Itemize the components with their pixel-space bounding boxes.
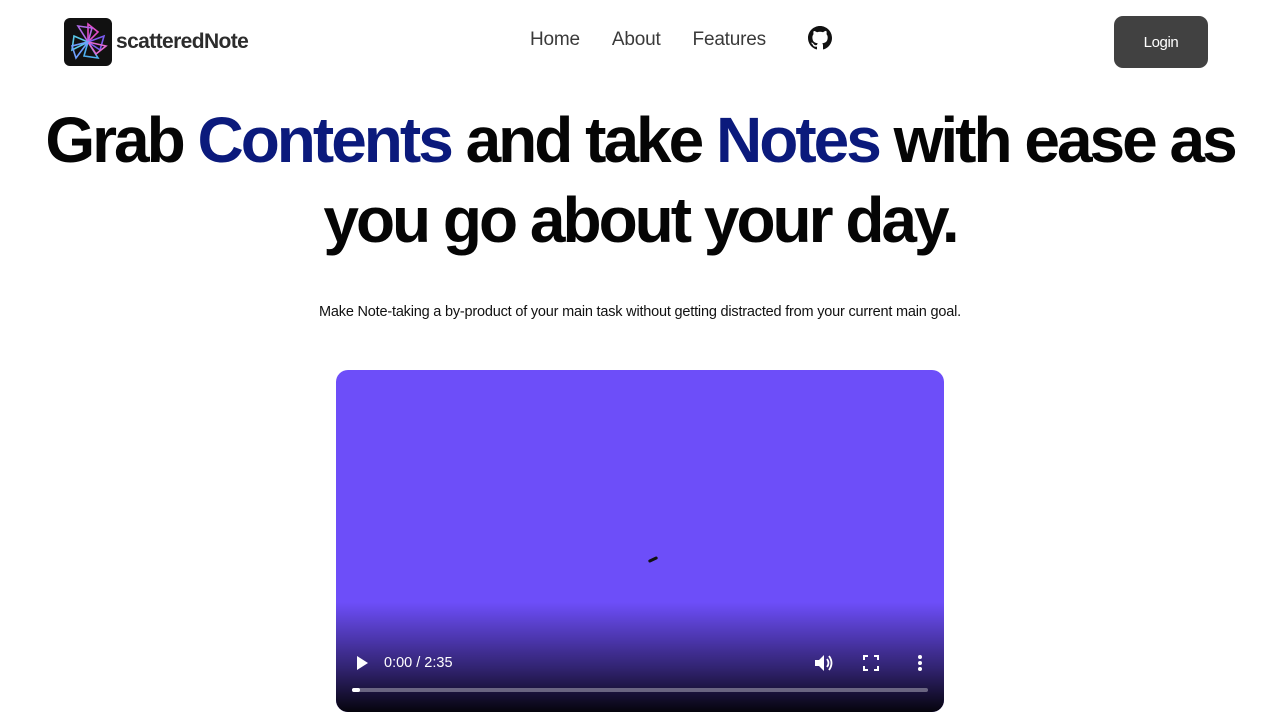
more-options-icon[interactable] <box>916 654 924 672</box>
hero-accent-notes: Notes <box>716 104 882 176</box>
play-icon[interactable] <box>356 656 368 670</box>
volume-icon[interactable] <box>814 654 834 672</box>
login-button[interactable]: Login <box>1114 16 1208 68</box>
hero-text-part2: and take <box>450 104 716 176</box>
brand-logo-link[interactable]: scatteredNote <box>64 18 249 66</box>
hero-subtitle: Make Note-taking a by-product of your ma… <box>319 304 961 320</box>
hero-text-part1: Grab <box>45 104 198 176</box>
nav-about[interactable]: About <box>612 29 661 51</box>
nav-home[interactable]: Home <box>530 29 580 51</box>
site-header: scatteredNote Home About Features Login <box>0 0 1280 84</box>
main-nav: Home About Features <box>530 26 832 51</box>
nav-features[interactable]: Features <box>693 29 767 51</box>
pinwheel-logo-icon <box>64 18 112 66</box>
hero-accent-contents: Contents <box>197 104 453 176</box>
video-progress-fill <box>352 688 360 692</box>
fullscreen-icon[interactable] <box>863 655 879 671</box>
hero-heading: Grab Contents and take Notes with ease a… <box>0 100 1280 260</box>
video-time: 0:00 / 2:35 <box>384 655 453 671</box>
github-icon[interactable] <box>808 26 832 50</box>
brand-name: scatteredNote <box>116 30 249 53</box>
video-progress-bar[interactable] <box>352 688 928 692</box>
landing-page: scatteredNote Home About Features Login … <box>0 0 1280 720</box>
demo-video-player[interactable]: 0:00 / 2:35 <box>336 370 944 712</box>
